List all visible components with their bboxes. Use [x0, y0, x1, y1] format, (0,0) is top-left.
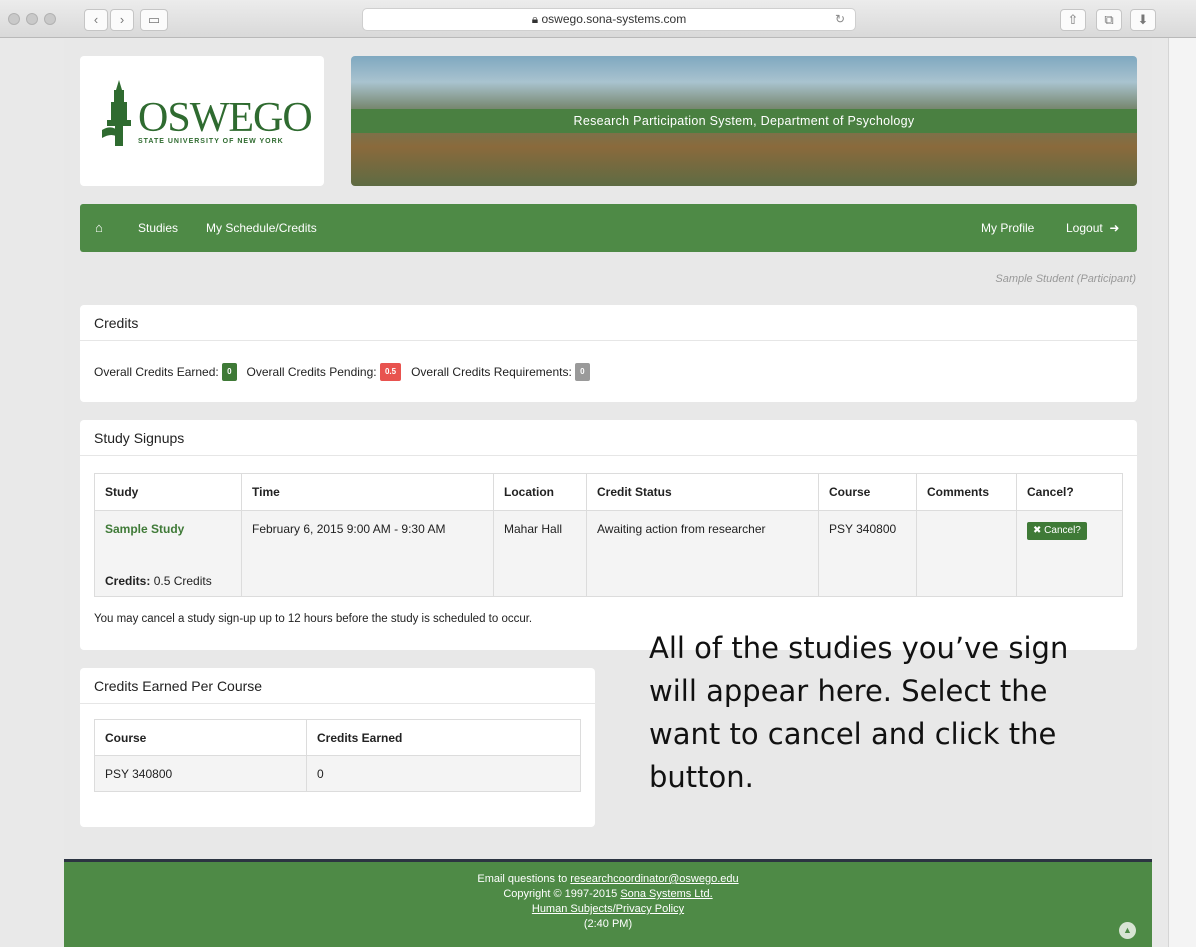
page: OSWEGO STATE UNIVERSITY OF NEW YORK Rese… — [64, 39, 1152, 947]
main-navbar: ⌂ Studies My Schedule/Credits My Profile… — [80, 204, 1137, 252]
tabs-button[interactable]: ⧉ — [1096, 9, 1122, 31]
study-link[interactable]: Sample Study — [105, 522, 231, 536]
privacy-policy-link[interactable]: Human Subjects/Privacy Policy — [64, 902, 1152, 917]
requirements-badge: 0 — [575, 363, 590, 381]
cancel-cell: ✖ Cancel? — [1016, 510, 1123, 597]
credit-status-cell: Awaiting action from researcher — [586, 510, 819, 597]
col-study: Study — [94, 473, 242, 511]
logo-subtitle: STATE UNIVERSITY OF NEW YORK — [138, 138, 284, 145]
logo[interactable]: OSWEGO STATE UNIVERSITY OF NEW YORK — [80, 56, 324, 186]
table-header-row: Study Time Location Credit Status Course… — [94, 473, 1123, 511]
email-prefix: Email questions to — [477, 873, 571, 885]
zoom-window-button[interactable] — [44, 13, 56, 25]
credits-earned-cell: 0 — [306, 755, 581, 792]
email-link[interactable]: researchcoordinator@oswego.edu — [570, 873, 738, 885]
cancel-button[interactable]: ✖ Cancel? — [1027, 522, 1087, 540]
banner-title: Research Participation System, Departmen… — [351, 109, 1137, 133]
url-text: oswego.sona-systems.com — [541, 12, 687, 26]
cancel-policy-note: You may cancel a study sign-up up to 12 … — [94, 613, 533, 625]
footer-email-line: Email questions to researchcoordinator@o… — [64, 872, 1152, 887]
course-cell: PSY 340800 — [94, 755, 307, 792]
credits-panel: Credits Overall Credits Earned: 0 Overal… — [80, 305, 1137, 402]
col-credits-earned: Credits Earned — [306, 719, 581, 756]
location-cell: Mahar Hall — [493, 510, 587, 597]
home-icon[interactable]: ⌂ — [95, 204, 103, 252]
footer-copyright-line: Copyright © 1997-2015 Sona Systems Ltd. — [64, 887, 1152, 902]
nav-my-schedule-credits[interactable]: My Schedule/Credits — [206, 204, 317, 252]
nav-studies[interactable]: Studies — [138, 204, 178, 252]
scrollbar[interactable] — [1168, 38, 1196, 947]
credits-label: Credits: — [105, 574, 151, 588]
earned-label: Overall Credits Earned: — [94, 365, 219, 379]
col-course: Course — [818, 473, 917, 511]
table-row: PSY 340800 0 — [94, 755, 581, 792]
annotation-line-2: will appear here. Select the — [649, 674, 1048, 708]
browser-toolbar: ‹ › ▭ 🔒︎ oswego.sona-systems.com ↻ ⇧ ⧉ ⬇ — [0, 0, 1196, 38]
sidebar-toggle-button[interactable]: ▭ — [140, 9, 168, 31]
logout-icon: ➜ — [1106, 221, 1120, 235]
share-button[interactable]: ⇧ — [1060, 9, 1086, 31]
reload-icon[interactable]: ↻ — [835, 9, 845, 30]
signups-table: Study Time Location Credit Status Course… — [94, 473, 1123, 597]
pending-label: Overall Credits Pending: — [246, 365, 377, 379]
close-window-button[interactable] — [8, 13, 20, 25]
page-footer: Email questions to researchcoordinator@o… — [64, 859, 1152, 947]
study-cell: Sample Study Credits: 0.5 Credits — [94, 510, 242, 597]
annotation-line-4: button. — [649, 760, 754, 794]
per-course-title: Credits Earned Per Course — [80, 668, 595, 704]
minimize-window-button[interactable] — [26, 13, 38, 25]
user-identity: Sample Student (Participant) — [995, 273, 1136, 285]
copyright-prefix: Copyright © 1997-2015 — [503, 888, 621, 900]
requirements-label: Overall Credits Requirements: — [411, 365, 572, 379]
col-cancel: Cancel? — [1016, 473, 1123, 511]
tower-icon — [102, 80, 131, 146]
nav-my-profile[interactable]: My Profile — [981, 204, 1034, 252]
instruction-annotation: All of the studies you’ve sign will appe… — [649, 627, 1196, 799]
earned-badge: 0 — [222, 363, 237, 381]
forward-button[interactable]: › — [110, 9, 134, 31]
logo-text: OSWEGO — [138, 95, 313, 141]
nav-logout[interactable]: Logout ➜ — [1066, 204, 1119, 252]
back-button[interactable]: ‹ — [84, 9, 108, 31]
credits-per-course-panel: Credits Earned Per Course Course Credits… — [80, 668, 595, 827]
annotation-line-1: All of the studies you’ve sign — [649, 631, 1069, 665]
per-course-table: Course Credits Earned PSY 340800 0 — [94, 719, 581, 792]
header-banner: Research Participation System, Departmen… — [351, 56, 1137, 186]
study-credits: Credits: 0.5 Credits — [105, 574, 231, 588]
course-cell: PSY 340800 — [818, 510, 917, 597]
annotation-line-3: want to cancel and click the — [649, 717, 1057, 751]
signups-panel-title: Study Signups — [80, 420, 1137, 456]
time-cell: February 6, 2015 9:00 AM - 9:30 AM — [241, 510, 494, 597]
credits-summary: Overall Credits Earned: 0 Overall Credit… — [94, 363, 590, 381]
table-row: Sample Study Credits: 0.5 Credits Februa… — [94, 510, 1123, 597]
company-link[interactable]: Sona Systems Ltd. — [620, 888, 712, 900]
scroll-to-top-icon[interactable]: ▲ — [1119, 922, 1136, 939]
logout-label: Logout — [1066, 221, 1103, 235]
col-location: Location — [493, 473, 587, 511]
table-header-row: Course Credits Earned — [94, 719, 581, 756]
credits-value: 0.5 Credits — [153, 574, 212, 588]
cancel-label: Cancel? — [1044, 525, 1081, 536]
study-signups-panel: Study Signups Study Time Location Credit… — [80, 420, 1137, 650]
lock-icon: 🔒︎ — [531, 12, 539, 26]
col-credit-status: Credit Status — [586, 473, 819, 511]
col-course: Course — [94, 719, 307, 756]
credits-panel-title: Credits — [80, 305, 1137, 341]
col-comments: Comments — [916, 473, 1017, 511]
address-bar[interactable]: 🔒︎ oswego.sona-systems.com ↻ — [362, 8, 856, 31]
comments-cell — [916, 510, 1017, 597]
footer-time: (2:40 PM) — [583, 918, 633, 930]
pending-badge: 0.5 — [379, 363, 402, 381]
col-time: Time — [241, 473, 494, 511]
close-icon: ✖ — [1033, 525, 1042, 536]
downloads-button[interactable]: ⬇ — [1130, 9, 1156, 31]
